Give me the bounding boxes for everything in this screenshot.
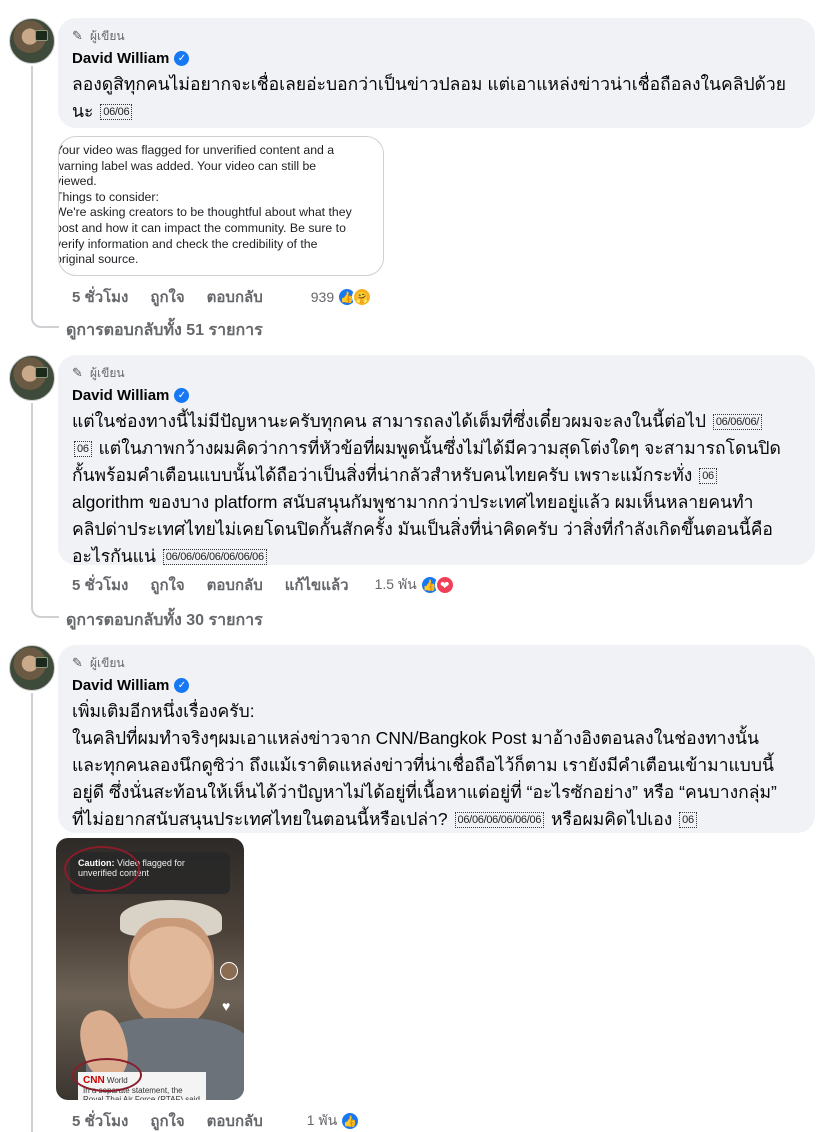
thread-connector xyxy=(31,306,59,328)
emoji-placeholder: 06 xyxy=(679,812,697,828)
like-button[interactable]: ถูกใจ xyxy=(150,1109,184,1132)
comment-text: เพิ่มเติมอีกหนึ่งเรื่องครับ: ในคลิปที่ผม… xyxy=(72,698,801,833)
attachment-line: We're asking creators to be thoughtful a… xyxy=(58,205,352,220)
comment-line: กั้นพร้อมคำเตือนแบบนั้นได้ถือว่าเป็นสิ่ง… xyxy=(72,465,693,485)
comment-bubble: ✎ ผู้เขียน David William ✓ ลองดูสิทุกคนไ… xyxy=(58,18,815,128)
reaction-count[interactable]: 1.5 พัน xyxy=(375,574,417,596)
author-badge-label: ผู้เขียน xyxy=(90,365,125,380)
avatar[interactable] xyxy=(9,18,55,64)
attachment-image[interactable]: Your video was flagged for unverified co… xyxy=(58,136,384,276)
avatar[interactable] xyxy=(9,355,55,401)
thread-line xyxy=(31,693,33,1132)
attachment-line: Things to consider: xyxy=(58,189,159,204)
author-badge-label: ผู้เขียน xyxy=(90,28,125,43)
emoji-placeholder: 06 xyxy=(74,441,92,457)
timestamp[interactable]: 5 ชั่วโมง xyxy=(72,1109,128,1132)
comment-line: และทุกคนลองนึกดูซิว่า ถึงแม้เราติดแหล่งข… xyxy=(72,755,774,775)
author-badge: ✎ ผู้เขียน xyxy=(72,27,801,45)
reaction-count[interactable]: 939 xyxy=(311,289,334,305)
comment-line: algorithm ของบาง platform สนับสนุนกัมพูช… xyxy=(72,492,754,512)
attachment-line: viewed. xyxy=(58,174,97,189)
face-shape xyxy=(128,918,214,1028)
comment-line: เพิ่มเติมอีกหนึ่งเรื่องครับ: xyxy=(72,701,255,721)
thread-line xyxy=(31,403,33,603)
comment-line: หรือผมคิดไปเอง xyxy=(551,809,673,829)
comment-actions: 5 ชั่วโมง ถูกใจ ตอบกลับ 939 👍 🤗 xyxy=(72,285,373,309)
comment-line: ในคลิปที่ผมทำจริงๆผมเอาแหล่งข่าวจาก CNN/… xyxy=(72,728,759,748)
attachment-line: post and how it can impact the community… xyxy=(58,220,346,235)
comment-line: อยู่ดี ซึ่งนั่นสะท้อนให้เห็นได้ว่าปัญหาไ… xyxy=(72,782,777,802)
video-thumbnail[interactable]: ♥ Caution: Video flagged for unverified … xyxy=(56,838,244,1100)
thread-line xyxy=(31,66,33,314)
like-button[interactable]: ถูกใจ xyxy=(150,285,184,309)
author-badge-label: ผู้เขียน xyxy=(90,655,125,670)
emoji-placeholder: 06 xyxy=(699,468,717,484)
reaction-count[interactable]: 1 พัน xyxy=(307,1110,337,1132)
comment-line: ลองดูสิทุกคนไม่อยากจะเชื่อเลยอ่ะบอกว่าเป… xyxy=(72,74,787,94)
pen-icon: ✎ xyxy=(72,365,83,380)
author-name[interactable]: David William xyxy=(72,387,169,404)
creator-avatar-icon xyxy=(220,962,238,980)
like-reaction-icon: 👍 xyxy=(340,1111,361,1131)
highlight-circle xyxy=(64,846,140,892)
attachment-line: warning label was added. Your video can … xyxy=(58,158,317,173)
highlight-circle xyxy=(72,1058,142,1092)
comment-text: ลองดูสิทุกคนไม่อยากจะเชื่อเลยอ่ะบอกว่าเป… xyxy=(72,71,801,125)
pen-icon: ✎ xyxy=(72,28,83,43)
comment-line: แต่ในช่องทางนี้ไม่มีปัญหานะครับทุกคน สาม… xyxy=(72,411,706,431)
timestamp[interactable]: 5 ชั่วโมง xyxy=(72,573,128,597)
emoji-placeholder: 06/06/06/ xyxy=(712,414,763,430)
comment-line: แต่ในภาพกว้างผมคิดว่าการที่หัวข้อที่ผมพู… xyxy=(98,438,781,458)
reply-button[interactable]: ตอบกลับ xyxy=(207,573,263,597)
attachment-line: verify information and check the credibi… xyxy=(58,236,318,251)
comment-bubble: ✎ ผู้เขียน David William ✓ เพิ่มเติมอีกห… xyxy=(58,645,815,833)
view-replies-link[interactable]: ดูการตอบกลับทั้ง 51 รายการ xyxy=(66,318,263,343)
pen-icon: ✎ xyxy=(72,655,83,670)
like-button[interactable]: ถูกใจ xyxy=(150,573,184,597)
comment-line: นะ xyxy=(72,101,94,121)
comment-actions: 5 ชั่วโมง ถูกใจ ตอบกลับ 1 พัน 👍 xyxy=(72,1109,361,1132)
verified-icon: ✓ xyxy=(174,50,190,66)
comment-line: ที่ไม่อยากสนับสนุนประเทศไทยในตอนนี้หรือเ… xyxy=(72,809,448,829)
author-name[interactable]: David William xyxy=(72,677,169,694)
emoji-placeholder: 06/06/06/06/06/06/06 xyxy=(162,549,267,565)
love-reaction-icon: ❤ xyxy=(434,575,455,595)
comment-text: แต่ในช่องทางนี้ไม่มีปัญหานะครับทุกคน สาม… xyxy=(72,408,801,570)
reply-button[interactable]: ตอบกลับ xyxy=(207,285,263,309)
attachment-line: Your video was flagged for unverified co… xyxy=(58,143,335,157)
comment-bubble: ✎ ผู้เขียน David William ✓ แต่ในช่องทางน… xyxy=(58,355,815,566)
verified-icon: ✓ xyxy=(174,677,190,693)
reply-button[interactable]: ตอบกลับ xyxy=(207,1109,263,1132)
comment-line: อะไรกันแน่ xyxy=(72,546,156,566)
attachment-line: original source. xyxy=(58,252,139,267)
view-replies-link[interactable]: ดูการตอบกลับทั้ง 30 รายการ xyxy=(66,608,263,633)
verified-icon: ✓ xyxy=(174,387,190,403)
emoji-placeholder: 06/06 xyxy=(100,104,133,120)
care-reaction-icon: 🤗 xyxy=(352,287,373,307)
avatar[interactable] xyxy=(9,645,55,691)
emoji-placeholder: 06/06/06/06/06/06 xyxy=(454,812,545,828)
author-badge: ✎ ผู้เขียน xyxy=(72,654,801,672)
author-name[interactable]: David William xyxy=(72,50,169,67)
comment-line: คลิปด่าประเทศไทยไม่เคยโดนปิดกั้นสักครั้ง… xyxy=(72,519,773,539)
timestamp[interactable]: 5 ชั่วโมง xyxy=(72,285,128,309)
thread-connector xyxy=(31,596,59,618)
author-badge: ✎ ผู้เขียน xyxy=(72,364,801,382)
heart-icon: ♥ xyxy=(222,998,231,1014)
comment-actions: 5 ชั่วโมง ถูกใจ ตอบกลับ แก้ไขแล้ว 1.5 พั… xyxy=(72,574,455,596)
edited-label[interactable]: แก้ไขแล้ว xyxy=(285,573,349,597)
